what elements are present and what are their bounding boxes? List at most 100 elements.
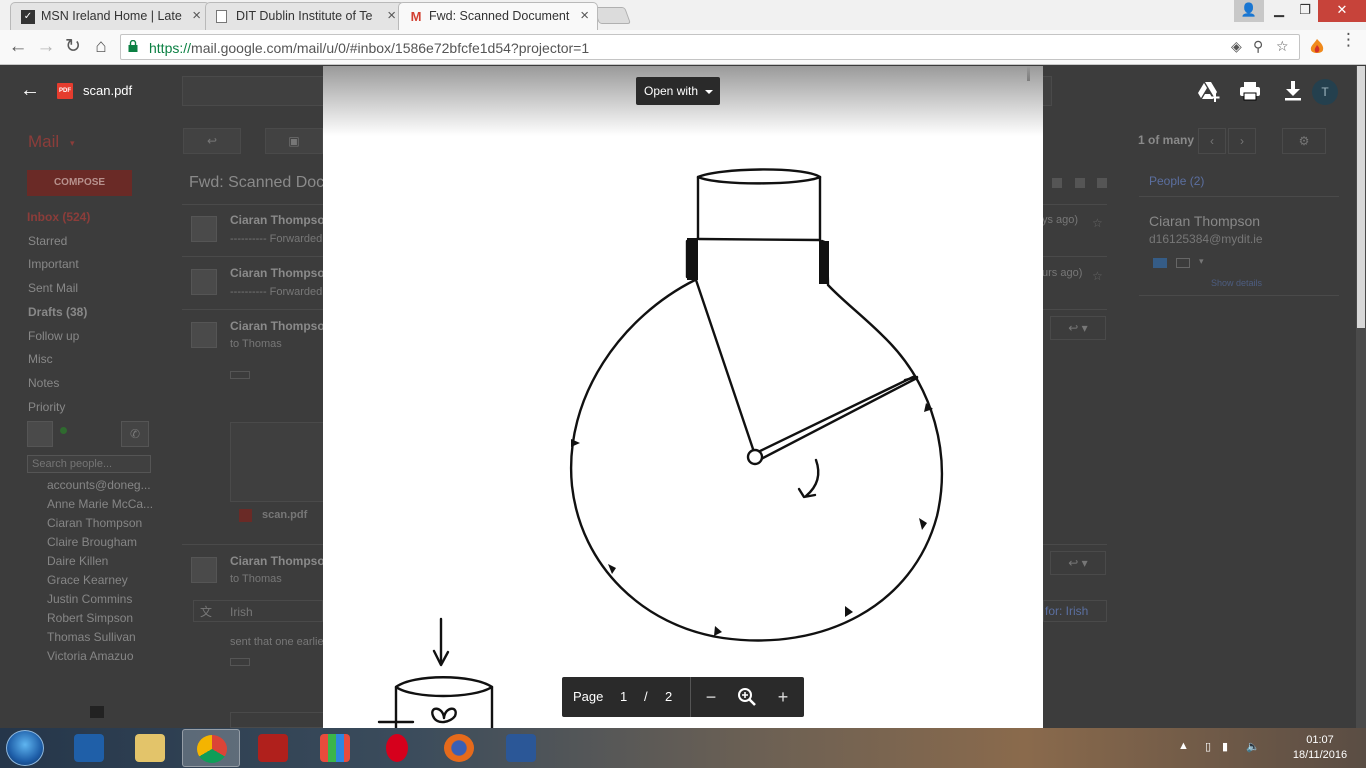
chat-icon[interactable]	[90, 706, 104, 718]
star-icon[interactable]: ☆	[1092, 216, 1103, 230]
system-clock[interactable]: 01:07 18/11/2016	[1290, 733, 1350, 763]
current-page-number[interactable]: 1	[620, 689, 627, 704]
prev-button[interactable]: ‹	[1198, 128, 1226, 154]
battery-icon[interactable]: ▯	[1205, 740, 1211, 753]
add-to-drive-icon[interactable]	[1196, 78, 1222, 104]
nav-notes[interactable]: Notes	[28, 376, 59, 390]
taskbar-explorer[interactable]	[121, 729, 179, 767]
volume-icon[interactable]: 🔈	[1246, 740, 1260, 753]
forward-button[interactable]: →	[35, 36, 57, 58]
contact-item[interactable]: Claire Brougham	[47, 535, 137, 549]
star-icon[interactable]: ☆	[1276, 38, 1289, 55]
mail-label[interactable]: Mail	[28, 132, 59, 152]
extension-icon[interactable]	[1309, 38, 1325, 56]
taskbar-word[interactable]	[492, 729, 550, 767]
nav-misc[interactable]: Misc	[28, 352, 53, 366]
contact-item[interactable]: Ciaran Thompson	[47, 516, 142, 530]
tab-dit[interactable]: DIT Dublin Institute of Te ×	[205, 2, 405, 30]
contact-item[interactable]: Daire Killen	[47, 554, 108, 568]
account-avatar[interactable]: T	[1312, 79, 1338, 105]
tab-msn[interactable]: ✓ MSN Ireland Home | Late ×	[10, 2, 210, 30]
close-icon[interactable]: ×	[387, 7, 396, 24]
nav-drafts[interactable]: Drafts (38)	[28, 305, 87, 319]
status-dot[interactable]	[60, 427, 67, 434]
video-icon[interactable]	[1153, 258, 1167, 268]
translate-language[interactable]: Irish	[230, 605, 253, 619]
nav-sent[interactable]: Sent Mail	[28, 281, 78, 295]
home-button[interactable]: ⌂	[90, 36, 112, 58]
new-window-icon[interactable]	[1097, 178, 1107, 188]
star-icon[interactable]: ☆	[1092, 269, 1103, 283]
gear-icon[interactable]: ⚙	[1282, 128, 1326, 154]
recipient[interactable]: to Thomas	[230, 573, 282, 585]
menu-icon[interactable]: ⋮	[1340, 31, 1357, 48]
zoom-icon[interactable]: ⚲	[1253, 38, 1263, 55]
zoom-out-button[interactable]: −	[699, 685, 723, 709]
close-window-button[interactable]: ✕	[1318, 0, 1366, 22]
compose-button[interactable]: COMPOSE	[27, 170, 132, 196]
contact-item[interactable]: Grace Kearney	[47, 573, 128, 587]
search-people-input[interactable]	[27, 455, 151, 473]
avatar[interactable]	[27, 421, 53, 447]
print-all-icon[interactable]	[1052, 178, 1062, 188]
taskbar-opera[interactable]	[368, 729, 426, 767]
back-to-inbox-button[interactable]: ↩	[183, 128, 241, 154]
nav-inbox[interactable]: Inbox (524)	[27, 210, 90, 224]
close-icon[interactable]: ×	[580, 7, 589, 24]
taskbar-firefox[interactable]	[430, 729, 488, 767]
people-header[interactable]: People (2)	[1149, 174, 1204, 188]
attachment-name[interactable]: scan.pdf	[262, 509, 307, 521]
close-icon[interactable]: ×	[192, 7, 201, 24]
nav-starred[interactable]: Starred	[28, 234, 67, 248]
start-button[interactable]	[6, 730, 44, 766]
maximize-button[interactable]: ❐	[1290, 0, 1320, 22]
signal-icon[interactable]: ▮	[1222, 740, 1228, 753]
show-hidden-icons-icon[interactable]: ▲	[1178, 740, 1189, 752]
zoom-in-button[interactable]: +	[771, 685, 795, 709]
new-tab-button[interactable]	[592, 7, 632, 24]
archive-button[interactable]: ▣	[265, 128, 323, 154]
print-icon[interactable]	[1075, 178, 1085, 188]
contact-item[interactable]: Justin Commins	[47, 592, 132, 606]
translate-option[interactable]: for: Irish	[1045, 604, 1088, 618]
download-icon[interactable]	[1280, 78, 1306, 104]
sender-name[interactable]: Ciaran Thompson	[230, 319, 332, 333]
print-icon[interactable]	[1237, 78, 1263, 104]
nav-follow-up[interactable]: Follow up	[28, 329, 79, 343]
contact-item[interactable]: Anne Marie McCa...	[47, 497, 153, 511]
address-bar[interactable]: https://mail.google.com/mail/u/0/#inbox/…	[120, 34, 1300, 60]
close-viewer-arrow-icon[interactable]: ←	[18, 78, 42, 102]
sender-name[interactable]: Ciaran Thompson	[230, 213, 332, 227]
reply-button[interactable]: ↩ ▾	[1050, 551, 1106, 575]
reply-box[interactable]	[230, 712, 324, 728]
sender-name[interactable]: Ciaran Thompson	[230, 266, 332, 280]
back-button[interactable]: ←	[7, 36, 29, 58]
zoom-icon[interactable]	[735, 685, 759, 709]
phone-icon[interactable]: ✆	[121, 421, 149, 447]
recipient[interactable]: to Thomas	[230, 338, 282, 350]
taskbar-chrome[interactable]	[182, 729, 240, 767]
show-trimmed-button[interactable]	[230, 371, 250, 379]
contact-item[interactable]: accounts@doneg...	[47, 478, 151, 492]
scrollbar-thumb[interactable]	[1357, 66, 1365, 328]
attachment-card[interactable]	[230, 422, 324, 502]
tab-gmail[interactable]: M Fwd: Scanned Document ×	[398, 2, 598, 30]
mail-icon[interactable]	[1176, 258, 1190, 268]
scrollbar[interactable]	[1356, 66, 1366, 728]
taskbar-apps[interactable]	[306, 729, 364, 767]
chevron-down-icon[interactable]: ▾	[1199, 256, 1204, 267]
contact-item[interactable]: Thomas Sullivan	[47, 630, 136, 644]
sender-name[interactable]: Ciaran Thompson	[230, 554, 332, 568]
reload-button[interactable]: ↻	[62, 36, 84, 58]
contact-item[interactable]: Robert Simpson	[47, 611, 133, 625]
taskbar-power[interactable]	[244, 729, 302, 767]
next-button[interactable]: ›	[1228, 128, 1256, 154]
nav-important[interactable]: Important	[28, 257, 79, 271]
show-details-link[interactable]: Show details	[1211, 278, 1262, 288]
open-with-button[interactable]: Open with	[636, 77, 720, 105]
show-trimmed-button[interactable]	[230, 658, 250, 666]
nav-priority[interactable]: Priority	[28, 400, 65, 414]
contact-item[interactable]: Victoria Amazuo	[47, 649, 134, 663]
reply-button[interactable]: ↩ ▾	[1050, 316, 1106, 340]
user-profile-button[interactable]: 👤	[1234, 0, 1264, 22]
